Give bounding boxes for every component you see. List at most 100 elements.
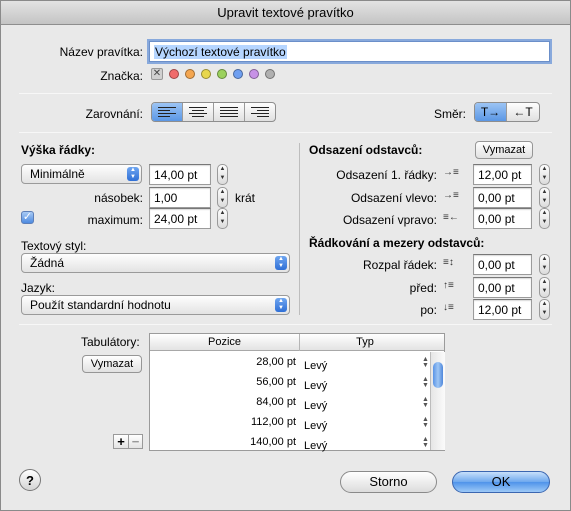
line-height-mode-popup[interactable]: Minimálně ▲ ▼ (21, 164, 142, 184)
right-to-left-icon[interactable]: ←T (507, 103, 539, 121)
tag-color-dot[interactable] (265, 69, 275, 79)
alignment-label: Zarovnání: (85, 107, 143, 121)
ruler-name-field[interactable]: Výchozí textové pravítko (149, 41, 550, 62)
tab-type-cell[interactable]: Levý (304, 420, 327, 432)
left-indent-stepper[interactable]: ▲ ▼ (539, 187, 550, 208)
table-scrollbar[interactable] (430, 352, 445, 450)
tab-type-cell[interactable]: Levý (304, 380, 327, 392)
direction-segmented-control: T→ ←T (474, 102, 540, 122)
left-to-right-icon[interactable]: T→ (475, 103, 508, 121)
tag-label: Značka: (100, 69, 143, 83)
align-justify-icon[interactable] (214, 103, 245, 121)
line-spacing-label: Rozpal řádek: (362, 258, 437, 272)
tab-type-stepper-icon[interactable]: ▲ ▼ (422, 396, 429, 409)
tab-position-cell[interactable]: 112,00 pt (150, 416, 296, 428)
space-before-field[interactable]: 0,00 pt (473, 277, 532, 298)
line-spacing-stepper[interactable]: ▲ ▼ (539, 254, 550, 275)
space-after-field[interactable]: 12,00 pt (473, 299, 532, 320)
tab-stops-table: Pozice Typ 28,00 pt Levý ▲ ▼ 56,00 pt Levý ▲ ▼ 8… (149, 333, 445, 452)
tag-color-dot[interactable] (201, 69, 211, 79)
right-indent-field[interactable]: 0,00 pt (473, 208, 532, 229)
divider (19, 132, 552, 133)
alignment-segmented-control (151, 102, 276, 122)
multiplier-label: násobek: (94, 191, 143, 205)
align-left-icon[interactable] (152, 103, 184, 121)
help-button[interactable]: ? (19, 469, 41, 491)
space-after-icon: ↓≡ (443, 302, 454, 313)
tab-type-cell[interactable]: Levý (304, 360, 327, 372)
no-tag-icon[interactable]: ✕ (151, 68, 163, 80)
table-header: Pozice Typ (150, 334, 444, 351)
divider (19, 324, 552, 325)
ok-button[interactable]: OK (452, 471, 550, 493)
left-indent-icon: →≡ (443, 190, 459, 201)
table-row[interactable]: 56,00 pt Levý ▲ ▼ (150, 372, 444, 392)
popup-arrows-icon: ▲ ▼ (275, 256, 287, 270)
tab-type-stepper-icon[interactable]: ▲ ▼ (422, 416, 429, 429)
column-divider (299, 143, 300, 315)
line-height-field[interactable]: 14,00 pt (149, 164, 211, 185)
divider (19, 93, 552, 94)
left-indent-field[interactable]: 0,00 pt (473, 187, 532, 208)
tabs-label: Tabulátory: (81, 335, 140, 349)
align-center-icon[interactable] (183, 103, 214, 121)
tab-position-cell[interactable]: 56,00 pt (150, 376, 296, 388)
column-header-position[interactable]: Pozice (150, 334, 300, 351)
table-row[interactable]: 28,00 pt Levý ▲ ▼ (150, 352, 444, 372)
first-line-indent-label: Odsazení 1. řádky: (336, 168, 437, 182)
right-indent-stepper[interactable]: ▲ ▼ (539, 208, 550, 229)
tab-type-cell[interactable]: Levý (304, 440, 327, 452)
line-height-stepper[interactable]: ▲ ▼ (217, 164, 228, 185)
text-style-label: Textový styl: (21, 239, 87, 253)
tag-color-dot[interactable] (233, 69, 243, 79)
cancel-button[interactable]: Storno (340, 471, 437, 493)
ruler-name-value: Výchozí textové pravítko (154, 45, 287, 59)
table-row[interactable]: 84,00 pt Levý ▲ ▼ (150, 392, 444, 412)
first-line-indent-stepper[interactable]: ▲ ▼ (539, 164, 550, 185)
line-spacing-field[interactable]: 0,00 pt (473, 254, 532, 275)
tabs-clear-button[interactable]: Vymazat (82, 355, 142, 373)
tab-position-cell[interactable]: 140,00 pt (150, 436, 296, 448)
indents-clear-button[interactable]: Vymazat (475, 141, 533, 159)
tab-position-cell[interactable]: 28,00 pt (150, 356, 296, 368)
tag-color-dot[interactable] (185, 69, 195, 79)
add-tab-button[interactable]: + (114, 435, 128, 448)
line-height-heading: Výška řádky: (21, 143, 96, 157)
maximum-checkbox[interactable]: ✓ (21, 211, 34, 224)
first-line-indent-field[interactable]: 12,00 pt (473, 164, 532, 185)
tab-type-cell[interactable]: Levý (304, 400, 327, 412)
space-before-label: před: (409, 281, 437, 295)
multiplier-field[interactable]: 1,00 (149, 187, 211, 208)
maximum-label: maximum: (87, 213, 143, 227)
tab-type-stepper-icon[interactable]: ▲ ▼ (422, 376, 429, 389)
table-row[interactable]: 140,00 pt Levý ▲ ▼ (150, 432, 444, 452)
popup-arrows-icon: ▲ ▼ (127, 167, 139, 181)
remove-tab-button[interactable]: − (128, 435, 142, 448)
tab-type-stepper-icon[interactable]: ▲ ▼ (422, 356, 429, 369)
ruler-dialog: Upravit textové pravítko Název pravítka:… (0, 0, 571, 511)
tab-position-cell[interactable]: 84,00 pt (150, 396, 296, 408)
table-row[interactable]: 112,00 pt Levý ▲ ▼ (150, 412, 444, 432)
language-popup[interactable]: Použít standardní hodnotu ▲ ▼ (21, 295, 290, 315)
text-style-popup[interactable]: Žádná ▲ ▼ (21, 253, 290, 273)
maximum-stepper[interactable]: ▲ ▼ (217, 208, 228, 229)
space-after-stepper[interactable]: ▲ ▼ (539, 299, 550, 320)
window-title: Upravit textové pravítko (1, 1, 570, 25)
multiplier-stepper[interactable]: ▲ ▼ (217, 187, 228, 208)
indents-heading: Odsazení odstavců: (309, 143, 423, 157)
direction-label: Směr: (434, 107, 467, 121)
tag-color-dot[interactable] (169, 69, 179, 79)
tab-type-stepper-icon[interactable]: ▲ ▼ (422, 436, 429, 449)
first-line-indent-icon: →≡ (443, 167, 459, 178)
space-before-stepper[interactable]: ▲ ▼ (539, 277, 550, 298)
space-after-label: po: (420, 303, 437, 317)
right-indent-icon: ≡← (443, 212, 459, 223)
tag-color-dot[interactable] (217, 69, 227, 79)
tag-color-dot[interactable] (249, 69, 259, 79)
column-header-type[interactable]: Typ (301, 334, 429, 351)
ruler-name-label: Název pravítka: (59, 45, 143, 59)
maximum-field[interactable]: 24,00 pt (149, 208, 211, 229)
align-right-icon[interactable] (245, 103, 275, 121)
multiplier-unit: krát (235, 191, 256, 205)
scrollbar-thumb[interactable] (433, 362, 443, 388)
